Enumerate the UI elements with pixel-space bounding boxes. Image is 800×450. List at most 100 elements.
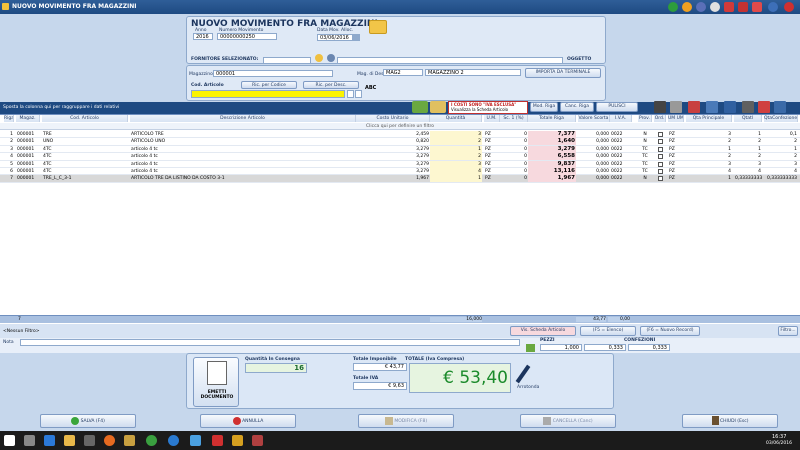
windows-start-icon[interactable] <box>4 435 15 446</box>
print-icon[interactable] <box>670 101 682 113</box>
f6-nuovo-button[interactable]: (F6 = Nuovo Record) <box>640 326 700 336</box>
settings-icon[interactable] <box>774 101 786 113</box>
app-icon-4[interactable] <box>212 435 223 446</box>
ord-checkbox[interactable] <box>657 169 663 174</box>
cancella-button[interactable]: CANCELLA (Canc) <box>520 414 616 428</box>
column-header[interactable]: U.M. <box>484 115 500 122</box>
salva-button[interactable]: SALVA (F4) <box>40 414 136 428</box>
chiudi-button[interactable]: CHIUDI (Esc) <box>682 414 778 428</box>
info-icon[interactable] <box>682 2 692 12</box>
filtro-button[interactable]: Filtro... <box>778 326 798 336</box>
save-icon[interactable] <box>654 101 666 113</box>
anno-field[interactable]: 2016 <box>193 33 213 40</box>
column-header[interactable]: Riga <box>4 115 14 122</box>
minimize-icon[interactable] <box>768 2 778 12</box>
column-header[interactable]: Qtatl <box>734 115 762 122</box>
abc-icon[interactable]: ABC <box>365 85 376 91</box>
column-header[interactable]: Costo Unitario <box>356 115 430 122</box>
mag-dest-name-field[interactable]: MAGAZZINO 2 <box>425 69 521 76</box>
export-icon[interactable] <box>706 101 718 113</box>
mail-icon[interactable] <box>710 2 720 12</box>
fornitore-field[interactable] <box>263 57 311 64</box>
explorer-icon[interactable] <box>64 435 75 446</box>
no-filter-label[interactable]: <Nessun Filtro> <box>3 329 40 334</box>
table-row[interactable]: 6 000001 4TC articolo 4 tc 3,279 4 PZ 0 13,116 0,… <box>0 168 800 176</box>
column-header[interactable]: Magaz. <box>16 115 40 122</box>
app-icon-6[interactable] <box>252 435 263 446</box>
shortcut-icon[interactable] <box>752 2 762 12</box>
modifica-button[interactable]: MODIFICA (F8) <box>358 414 454 428</box>
list-icon[interactable] <box>742 101 754 113</box>
ord-checkbox[interactable] <box>657 161 663 167</box>
scale-icon[interactable] <box>430 101 446 113</box>
annulla-button[interactable]: ANNULLA <box>200 414 296 428</box>
mod-riga-button[interactable]: Mod. Riga <box>530 102 558 112</box>
firefox-icon[interactable] <box>104 435 115 446</box>
items-grid[interactable]: Riga Magaz. Cod. Articolo Descrizione Artic… <box>0 114 800 324</box>
column-header[interactable]: UM UM <box>668 115 684 122</box>
table-row[interactable]: 1 000001 TRE ARTICOLO TRE 2,459 3 PZ 0 7,377 0,00… <box>0 131 800 139</box>
column-header[interactable]: Quantità <box>430 115 482 122</box>
calendar-icon[interactable] <box>724 2 734 12</box>
column-header[interactable]: Cod. Articolo <box>42 115 128 122</box>
oggetto-field[interactable] <box>337 57 563 64</box>
app-icon-5[interactable] <box>232 435 243 446</box>
fornitore-info-icon[interactable] <box>315 54 323 62</box>
help-icon[interactable] <box>668 2 678 12</box>
column-header[interactable]: Sc. 1 (%) <box>500 115 528 122</box>
ord-checkbox[interactable] <box>657 154 663 160</box>
importa-terminale-button[interactable]: IMPORTA DA TERMINALE <box>525 68 601 78</box>
ord-checkbox[interactable] <box>657 176 663 182</box>
people-icon[interactable] <box>758 101 770 113</box>
tools-icon[interactable] <box>412 101 428 113</box>
edge-icon[interactable] <box>44 435 55 446</box>
pezzi-icon[interactable] <box>526 344 535 352</box>
folder-icon[interactable] <box>369 20 387 34</box>
contacts-icon[interactable] <box>738 2 748 12</box>
column-header[interactable]: QtaConfezione <box>764 115 798 122</box>
grid-icon[interactable] <box>688 101 700 113</box>
emetti-documento-button[interactable]: EMETTI DOCUMENTO <box>193 357 239 407</box>
close-icon[interactable] <box>784 2 794 12</box>
table-row[interactable]: 2 000001 UNO ARTICOLO UNO 0,820 2 PZ 0 1,640 0,00… <box>0 138 800 146</box>
data-field[interactable]: 03/06/2016 <box>317 34 353 41</box>
table-row[interactable]: 3 000001 4TC articolo 4 tc 3,279 1 PZ 0 3,279 0,0… <box>0 145 800 154</box>
store-icon[interactable] <box>84 435 95 446</box>
f5-elenco-button[interactable]: (F5 = Elenco) <box>580 326 636 336</box>
scheda-articolo-button[interactable]: Vis. Scheda Articolo <box>510 326 576 336</box>
ord-checkbox[interactable] <box>657 139 663 145</box>
arrotonda-label[interactable]: Arrotonda <box>517 385 539 390</box>
ric-desc-button[interactable]: Ric. per Desc. <box>303 81 359 89</box>
app-icon-3[interactable] <box>190 435 201 446</box>
ie-icon[interactable] <box>168 435 179 446</box>
pen-icon[interactable] <box>515 364 531 384</box>
column-header[interactable]: Qta Principale <box>686 115 732 122</box>
column-header[interactable]: I.V.A. <box>610 115 632 122</box>
table-row[interactable]: 7 000001 TRE_L_C_3-1 ARTICOLO TRE DA LISTIN… <box>0 175 800 183</box>
column-header[interactable]: Descrizione Articolo <box>130 115 356 122</box>
table-row[interactable]: 5 000001 4TC articolo 4 tc 3,279 3 PZ 0 9,837 0,0… <box>0 160 800 168</box>
canc-riga-button[interactable]: Canc. Riga <box>560 102 594 112</box>
monitor-icon[interactable] <box>724 101 736 113</box>
task-view-icon[interactable] <box>24 435 35 446</box>
refresh-icon[interactable] <box>355 90 362 98</box>
pulisci-button[interactable]: PULISCI <box>596 102 638 112</box>
table-row[interactable]: 4 000001 4TC articolo 4 tc 3,279 2 PZ 0 6,558 0,0… <box>0 153 800 161</box>
mag-dest-code-field[interactable]: MAG2 <box>383 69 423 76</box>
filter-row[interactable]: Clicca qui per definire un filtro <box>0 123 800 130</box>
column-header[interactable]: Ord. <box>654 115 666 122</box>
calendar-dropdown-icon[interactable] <box>353 34 360 41</box>
nota-field[interactable] <box>20 339 520 346</box>
chrome-icon[interactable] <box>146 435 157 446</box>
ord-checkbox[interactable] <box>657 146 663 152</box>
app-icon-2[interactable] <box>124 435 135 446</box>
numero-field[interactable]: 00000000250 <box>217 33 277 40</box>
cod-articolo-input[interactable] <box>191 90 345 98</box>
column-header[interactable]: Valore Scorta <box>578 115 610 122</box>
column-header[interactable]: Totale Riga <box>528 115 576 122</box>
column-header[interactable]: Prov. <box>638 115 652 122</box>
fornitore-person-icon[interactable] <box>327 54 335 62</box>
gear-icon[interactable] <box>696 2 706 12</box>
scheda-checkbox[interactable]: Visualizza la Scheda Articolo <box>449 107 527 112</box>
magazzino-field[interactable]: 000001 <box>213 70 333 77</box>
